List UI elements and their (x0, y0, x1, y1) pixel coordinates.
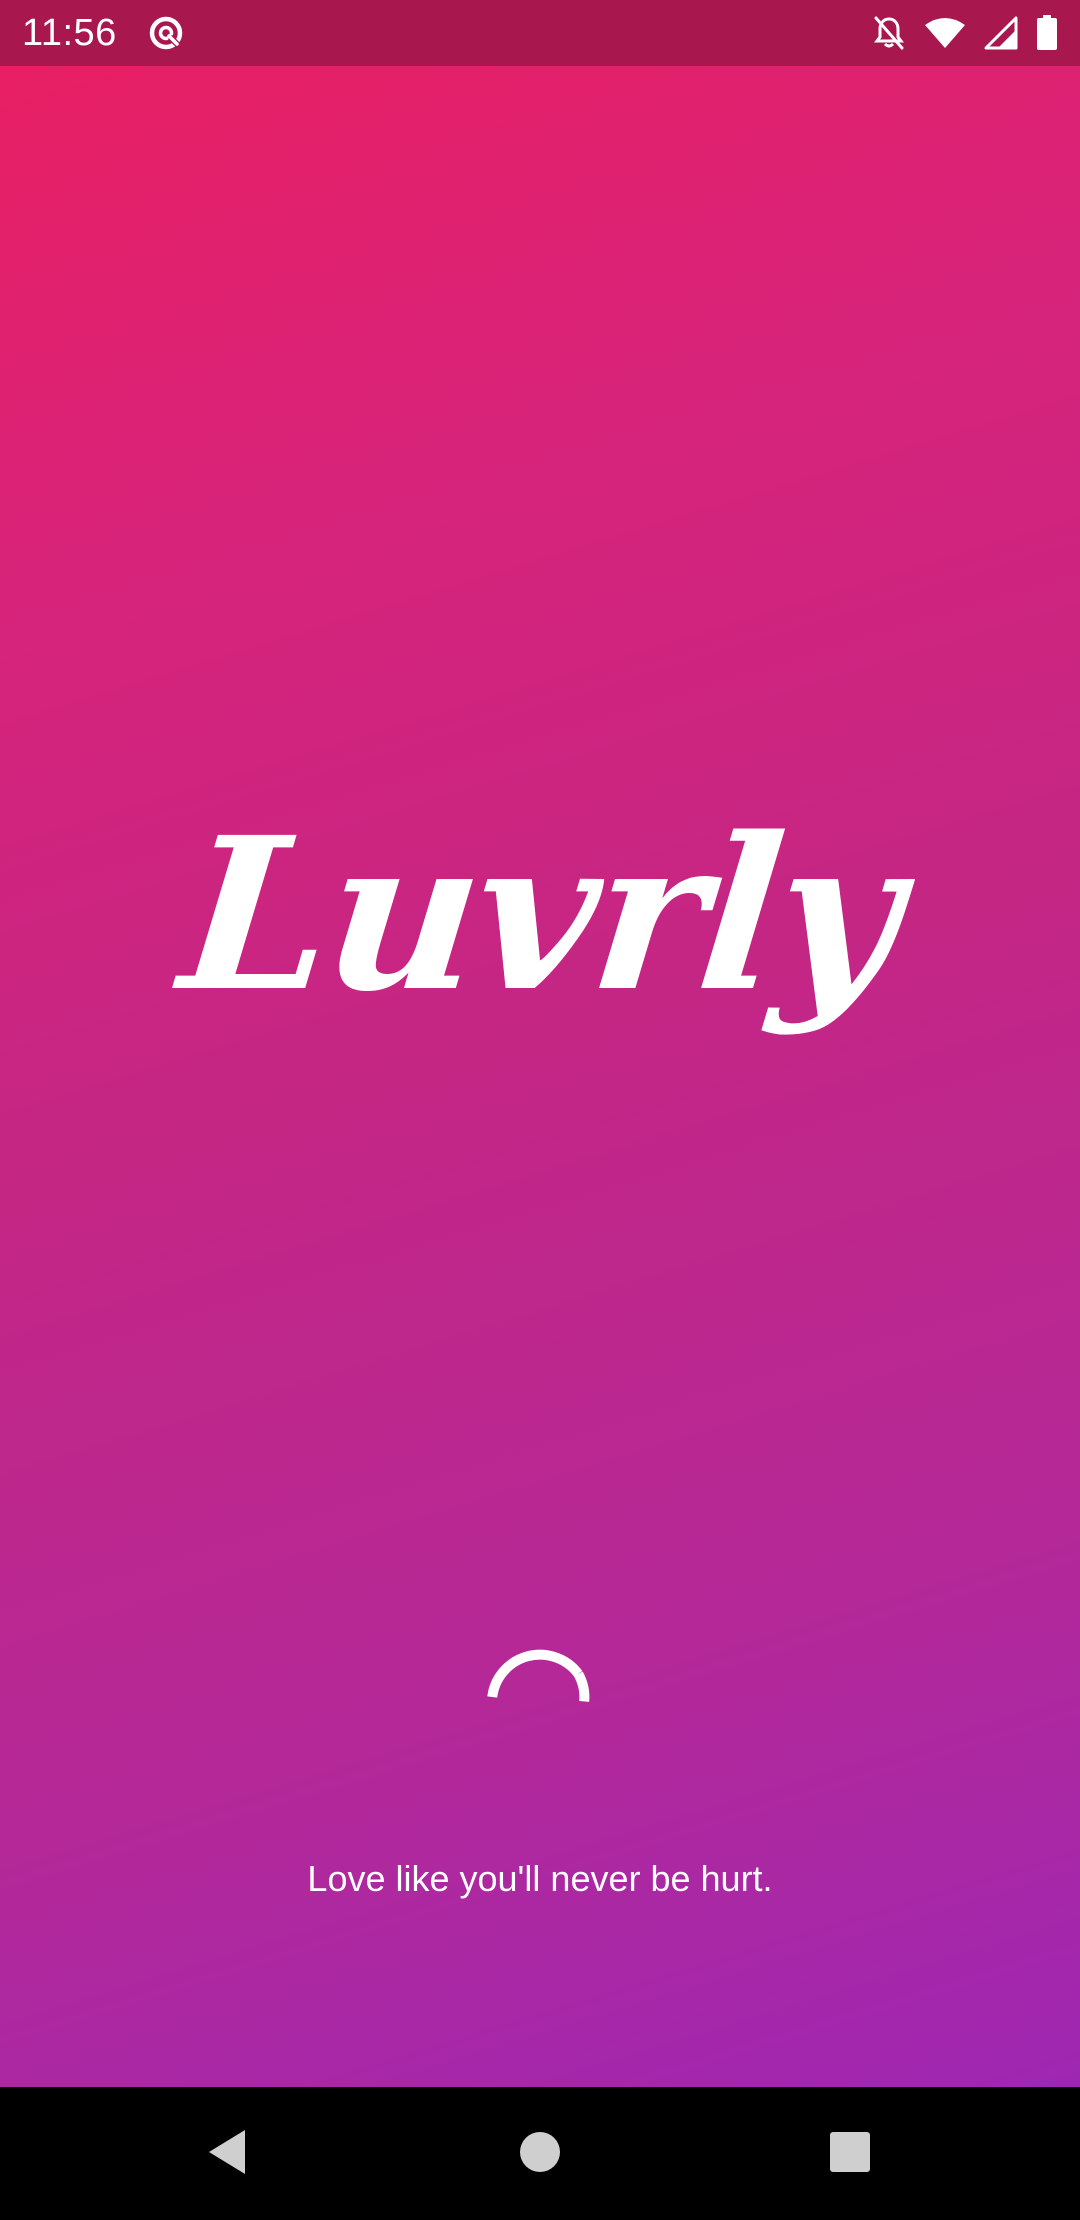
home-button[interactable] (509, 2123, 571, 2185)
signal-icon (984, 16, 1018, 50)
splash-background: Luvrly Love like you'll never be hurt. (0, 66, 1080, 2087)
splash-screen: 11:56 Luvrly Love like you'll never be h… (0, 0, 1080, 2220)
status-right (854, 15, 1058, 51)
app-logo: Luvrly (171, 791, 909, 1038)
recents-button[interactable] (819, 2123, 881, 2185)
battery-icon (1036, 15, 1058, 51)
home-icon (519, 2131, 561, 2178)
navigation-bar (0, 2087, 1080, 2220)
recents-icon (829, 2131, 871, 2178)
data-saver-icon (147, 14, 185, 52)
loading-spinner (482, 1634, 598, 1750)
status-bar: 11:56 (0, 0, 1080, 66)
back-button[interactable] (196, 2123, 258, 2185)
status-left: 11:56 (22, 14, 185, 52)
notifications-off-icon (872, 15, 906, 51)
wifi-icon (924, 16, 966, 50)
back-icon (205, 2128, 249, 2181)
tagline: Love like you'll never be hurt. (307, 1858, 773, 1899)
status-time: 11:56 (22, 12, 117, 54)
